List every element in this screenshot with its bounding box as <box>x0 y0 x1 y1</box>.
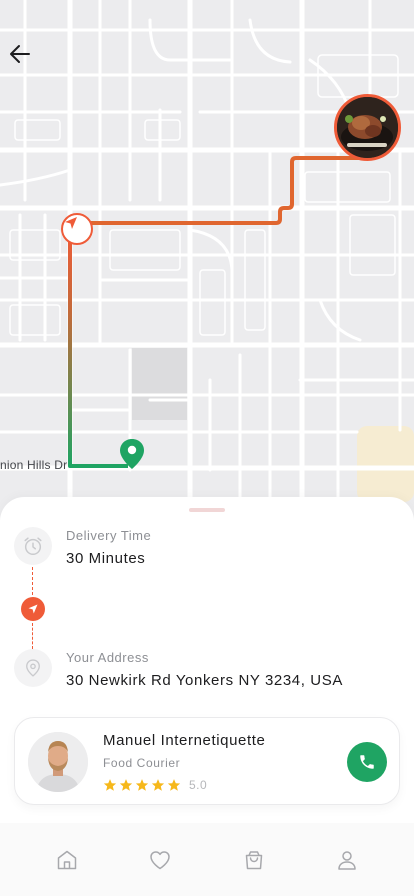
restaurant-marker[interactable] <box>334 94 401 161</box>
home-icon <box>57 850 76 869</box>
courier-role: Food Courier <box>103 756 181 770</box>
navigation-arrow-icon <box>65 217 77 229</box>
tab-profile[interactable] <box>327 840 367 880</box>
food-photo-icon <box>337 97 398 158</box>
star-icon <box>119 779 133 791</box>
address-value: 30 Newkirk Rd Yonkers NY 3234, USA <box>66 672 343 689</box>
map-view[interactable]: nion Hills Dr <box>0 0 414 520</box>
courier-photo-icon <box>28 732 88 792</box>
arrow-left-icon <box>10 45 30 63</box>
sheet-handle[interactable] <box>189 508 225 512</box>
delivery-time-value: 30 Minutes <box>66 550 146 567</box>
route-dashes-bottom <box>32 623 33 649</box>
current-position-dot <box>21 597 45 621</box>
star-icon <box>151 779 165 791</box>
avatar <box>28 732 88 792</box>
location-badge <box>14 649 52 687</box>
tab-cart[interactable] <box>234 840 274 880</box>
star-icon <box>103 779 117 791</box>
bottom-tab-bar <box>0 823 414 896</box>
clock-badge <box>14 527 52 565</box>
star-icon <box>167 779 181 791</box>
map-pin-icon <box>120 439 144 469</box>
shopping-bag-icon <box>245 850 262 869</box>
navigation-arrow-icon <box>28 604 38 614</box>
star-icon <box>135 779 149 791</box>
tab-home[interactable] <box>47 840 87 880</box>
delivery-time-label: Delivery Time <box>66 528 152 543</box>
user-icon <box>338 850 356 870</box>
road-label: nion Hills Dr <box>0 458 68 472</box>
address-label: Your Address <box>66 650 149 665</box>
phone-icon <box>360 755 374 769</box>
street-map <box>0 0 414 520</box>
destination-marker[interactable] <box>118 437 146 471</box>
star-rating: 5.0 <box>103 778 207 792</box>
courier-card[interactable]: Manuel Internetiquette Food Courier 5.0 <box>14 717 400 805</box>
route-dashes-top <box>32 567 33 595</box>
rating-value: 5.0 <box>189 778 208 792</box>
location-pin-icon <box>26 659 40 677</box>
delivery-sheet: Delivery Time 30 Minutes Your Address 30… <box>0 497 414 823</box>
origin-marker[interactable] <box>61 213 93 245</box>
courier-name: Manuel Internetiquette <box>103 732 266 749</box>
back-button[interactable] <box>8 42 38 72</box>
heart-icon <box>150 850 170 869</box>
alarm-clock-icon <box>24 537 42 555</box>
tab-favorites[interactable] <box>140 840 180 880</box>
call-button[interactable] <box>347 742 387 782</box>
